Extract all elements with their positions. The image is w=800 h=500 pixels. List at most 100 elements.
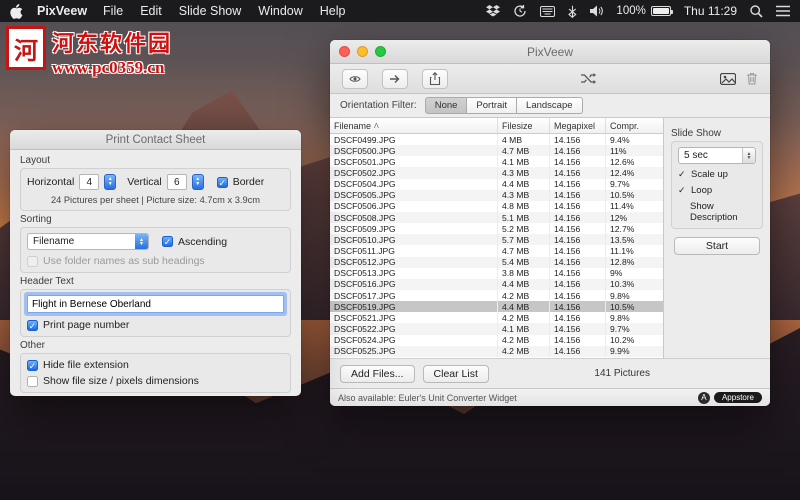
ascending-checkbox[interactable] [162,236,173,247]
volume-icon[interactable] [590,5,604,17]
cell-compression: 9.7% [610,179,630,190]
close-button[interactable] [339,46,350,57]
preview-image-icon[interactable] [720,69,736,89]
subheadings-label: Use folder names as sub headings [43,255,205,267]
column-header-filesize[interactable]: Filesize [498,118,550,133]
filter-option-landscape[interactable]: Landscape [517,97,583,114]
time-machine-icon[interactable] [513,4,527,18]
trash-icon[interactable] [746,69,758,89]
table-row[interactable]: DSCF0516.JPG 4.4 MB 14.156 10.3% [330,278,663,290]
battery-status[interactable]: 100% [616,5,673,17]
cell-compression: 10.2% [610,335,635,346]
appstore-badge[interactable]: A Appstore [697,391,762,404]
view-eye-icon[interactable] [342,68,368,89]
hide-extension-checkbox[interactable] [27,359,38,371]
table-row[interactable]: DSCF0508.JPG 5.1 MB 14.156 12% [330,211,663,224]
cell-filesize: 4.7 MB [498,145,550,157]
horizontal-stepper[interactable]: ▲ ▼ [104,174,117,190]
table-row[interactable]: DSCF0517.JPG 4.2 MB 14.156 9.8% [330,289,663,302]
cell-filesize: 4.2 MB [498,345,550,357]
minimize-button[interactable] [357,46,368,57]
table-row[interactable]: DSCF0501.JPG 4.1 MB 14.156 12.6% [330,156,663,168]
cell-compression: 10.5% [610,301,635,312]
slideshow-option-scale-up[interactable]: Scale up [678,169,756,180]
table-row[interactable]: DSCF0500.JPG 4.7 MB 14.156 11% [330,145,663,157]
table-row[interactable]: DSCF0521.JPG 4.2 MB 14.156 9.8% [330,312,663,324]
next-arrow-icon[interactable] [382,68,408,89]
table-row[interactable]: DSCF0504.JPG 4.4 MB 14.156 9.7% [330,178,663,190]
table-row[interactable]: DSCF0513.JPG 3.8 MB 14.156 9% [330,267,663,279]
table-row[interactable]: DSCF0502.JPG 4.3 MB 14.156 12.4% [330,167,663,179]
cell-filename: DSCF0517.JPG [330,289,498,302]
layout-group-label: Layout [20,155,51,166]
header-text-input[interactable] [27,295,284,313]
dialog-titlebar[interactable]: Print Contact Sheet [10,130,301,150]
table-row[interactable]: DSCF0512.JPG 5.4 MB 14.156 12.8% [330,256,663,268]
table-row[interactable]: DSCF0522.JPG 4.1 MB 14.156 9.7% [330,323,663,335]
cell-filesize: 5.2 MB [498,223,550,235]
table-row[interactable]: DSCF0499.JPG 4 MB 14.156 9.4% [330,134,663,146]
menu-edit[interactable]: Edit [140,4,162,18]
cell-compression: 12% [610,212,628,223]
window-footer: Add Files... Clear List 141 Pictures [330,358,770,388]
subheadings-checkbox[interactable] [27,255,38,267]
watermark-site-name: 河东软件园 [52,31,173,56]
vertical-value: 6 [166,174,187,190]
cell-filename: DSCF0499.JPG [330,134,498,146]
table-row[interactable]: DSCF0506.JPG 4.8 MB 14.156 11.4% [330,200,663,212]
cell-filename: DSCF0501.JPG [330,156,498,168]
filter-option-portrait[interactable]: Portrait [467,97,518,114]
zoom-button[interactable] [375,46,386,57]
keyboard-brightness-icon[interactable] [540,5,556,17]
header-text-group-label: Header Text [20,276,74,287]
start-slideshow-button[interactable]: Start [674,237,760,255]
menu-slide-show[interactable]: Slide Show [179,4,242,18]
shuffle-icon[interactable] [580,69,596,89]
cell-megapixel: 14.156 [550,189,606,201]
cell-compression: 9.7% [610,323,630,334]
vertical-stepper[interactable]: ▲ ▼ [191,174,204,190]
sort-field-dropdown[interactable]: Filename ▲ ▼ [27,233,149,250]
notification-center-icon[interactable] [776,5,790,17]
bluetooth-icon[interactable] [568,5,577,18]
table-row[interactable]: DSCF0524.JPG 4.2 MB 14.156 10.2% [330,334,663,346]
clear-list-button[interactable]: Clear List [422,364,489,383]
table-row[interactable]: DSCF0509.JPG 5.2 MB 14.156 12.7% [330,223,663,235]
apple-menu-icon[interactable] [10,3,23,19]
toolbar-right-group [720,69,758,89]
active-app-name[interactable]: PixVeew [37,4,87,18]
slideshow-option-loop[interactable]: Loop [678,185,756,196]
table-row[interactable]: DSCF0525.JPG 4.2 MB 14.156 9.9% [330,345,663,357]
cell-compression: 11.4% [610,201,634,212]
column-header-filename[interactable]: Filename ᐱ [330,118,498,133]
slideshow-option-show-description[interactable]: Show Description [678,201,756,223]
share-icon[interactable] [422,68,448,89]
checkmark-icon [678,169,687,180]
table-row[interactable]: DSCF0519.JPG 4.4 MB 14.156 10.5% [330,301,663,313]
menu-file[interactable]: File [103,4,123,18]
table-row[interactable]: DSCF0510.JPG 5.7 MB 14.156 13.5% [330,234,663,246]
add-files-button[interactable]: Add Files... [340,364,415,383]
window-titlebar[interactable]: PixVeew [330,40,770,64]
column-header-compression[interactable]: Compr. [606,118,663,133]
spotlight-search-icon[interactable] [750,4,763,18]
menu-help[interactable]: Help [320,4,346,18]
menu-bar-clock[interactable]: Thu 11:29 [684,4,737,18]
table-row[interactable]: DSCF0511.JPG 4.7 MB 14.156 11.1% [330,245,663,257]
page-number-checkbox[interactable] [27,319,38,331]
window-title: PixVeew [526,44,574,59]
cell-megapixel: 14.156 [550,234,606,246]
cell-filesize: 4.3 MB [498,167,550,179]
cell-filesize: 5.7 MB [498,234,550,246]
filter-option-none[interactable]: None [424,97,468,114]
border-checkbox[interactable] [216,176,228,188]
cell-filename: DSCF0500.JPG [330,145,498,157]
cell-filename: DSCF0522.JPG [330,323,498,335]
table-row[interactable]: DSCF0505.JPG 4.3 MB 14.156 10.5% [330,189,663,201]
cell-filename: DSCF0505.JPG [330,189,498,201]
dropbox-icon[interactable] [486,5,501,17]
column-header-megapixel[interactable]: Megapixel [550,118,606,133]
show-size-checkbox[interactable] [27,375,38,387]
interval-dropdown[interactable]: 5 sec ▲ ▼ [678,147,756,164]
menu-window[interactable]: Window [258,4,302,18]
